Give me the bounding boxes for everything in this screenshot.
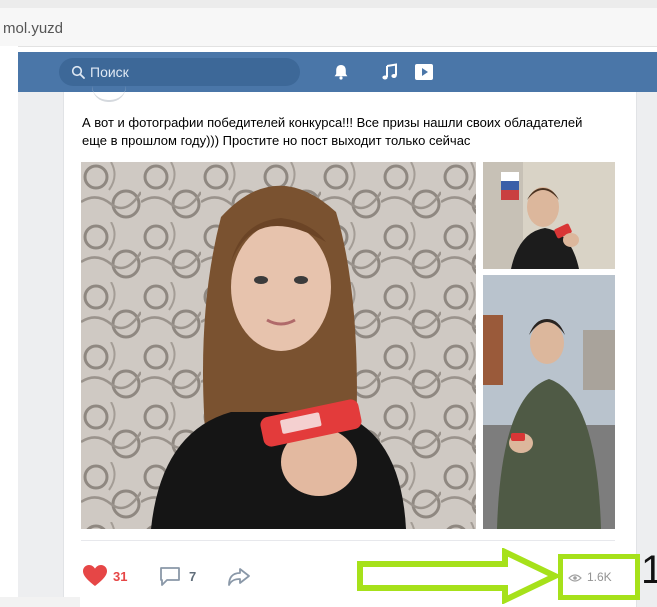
search-input[interactable]: Поиск xyxy=(59,58,300,86)
left-gutter xyxy=(0,46,18,607)
like-count: 31 xyxy=(113,569,128,584)
address-url[interactable]: mol.yuzd xyxy=(3,20,63,37)
comment-icon[interactable] xyxy=(158,564,182,588)
bottom-strip xyxy=(0,597,80,607)
post-photo-top-right[interactable] xyxy=(483,162,615,269)
annotation-number: 1 xyxy=(641,548,657,592)
post-text: А вот и фотографии победителей конкурса!… xyxy=(82,114,622,150)
music-icon[interactable] xyxy=(380,62,400,82)
share-icon[interactable] xyxy=(226,564,252,588)
video-icon[interactable] xyxy=(414,62,434,82)
post-text-line: еще в прошлом году))) Простите но пост в… xyxy=(82,133,471,148)
actions-divider xyxy=(81,540,615,541)
search-icon xyxy=(71,65,85,79)
search-placeholder: Поиск xyxy=(90,64,129,80)
comment-count: 7 xyxy=(189,569,197,584)
bell-icon[interactable] xyxy=(331,62,351,82)
post-text-line: А вот и фотографии победителей конкурса!… xyxy=(82,115,583,130)
heart-icon[interactable] xyxy=(82,564,108,588)
browser-address-bar: mol.yuzd xyxy=(0,0,657,47)
views-highlight-box xyxy=(558,554,640,600)
browser-tab-strip xyxy=(0,0,657,8)
post-photo-main[interactable] xyxy=(81,162,476,529)
post-photo-bottom-right[interactable] xyxy=(483,275,615,529)
photo-man-street xyxy=(483,275,615,529)
annotation-arrow xyxy=(357,548,562,604)
photo-man-office xyxy=(483,162,615,269)
photo-woman-with-flashdrive xyxy=(81,162,476,529)
